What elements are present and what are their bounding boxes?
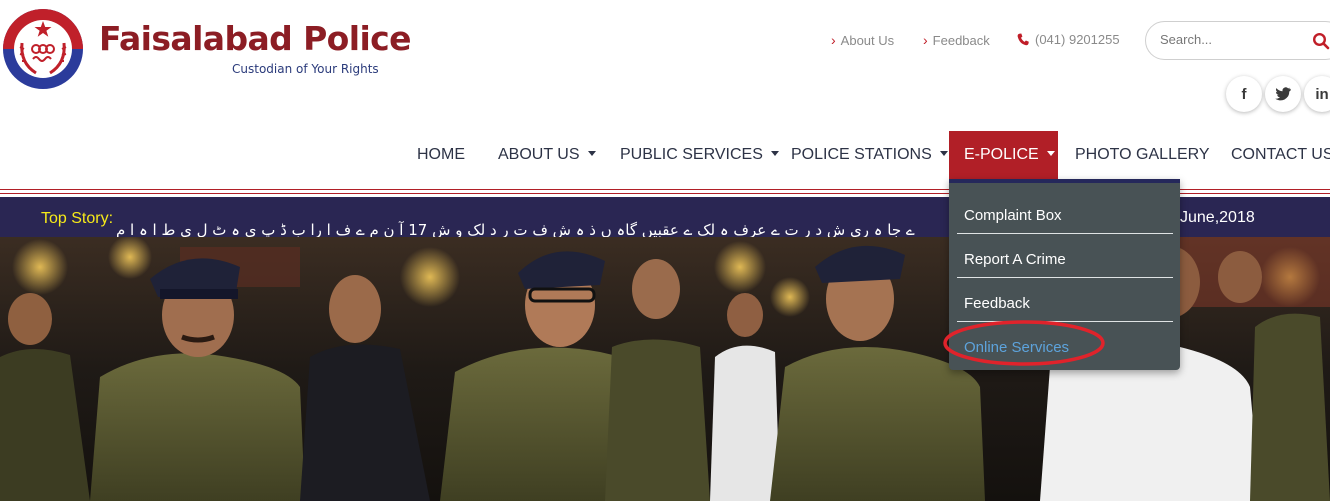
phone-number: (041) 9201255 (1017, 32, 1120, 47)
search-box[interactable] (1145, 21, 1330, 60)
site-tagline: Custodian of Your Rights (232, 62, 379, 76)
top-link-label: About Us (840, 33, 895, 48)
top-link-feedback[interactable]: › Feedback (923, 32, 990, 48)
nav-about-us[interactable]: ABOUT US (498, 146, 596, 164)
menu-item-report-a-crime[interactable]: Report A Crime (964, 251, 1066, 268)
chevron-right-icon: › (831, 32, 836, 48)
phone-icon (1017, 33, 1029, 46)
search-input[interactable] (1160, 32, 1300, 47)
menu-divider (957, 277, 1173, 278)
ticker-label: Top Story: (41, 210, 114, 227)
menu-item-complaint-box[interactable]: Complaint Box (964, 207, 1062, 224)
chevron-right-icon: › (923, 32, 928, 48)
twitter-icon[interactable] (1265, 76, 1301, 112)
ticker-date: June,2018 (1180, 209, 1255, 226)
nav-label: ABOUT US (498, 146, 580, 163)
menu-item-feedback[interactable]: Feedback (964, 295, 1030, 312)
twitter-bird-icon (1275, 87, 1291, 101)
caret-down-icon (587, 151, 596, 156)
nav-label-text: E-POLICE (964, 146, 1039, 163)
nav-home[interactable]: HOME (417, 146, 465, 164)
top-link-about-us[interactable]: › About Us (831, 32, 894, 48)
top-link-label: Feedback (932, 33, 990, 48)
nav-public-services[interactable]: PUBLIC SERVICES (620, 146, 779, 164)
site-title[interactable]: Faisalabad Police (99, 22, 412, 55)
menu-divider (957, 233, 1173, 234)
facebook-icon[interactable]: f (1226, 76, 1262, 112)
caret-down-icon (1046, 151, 1055, 156)
caret-down-icon (770, 151, 779, 156)
search-icon[interactable] (1312, 32, 1330, 50)
nav-contact-us[interactable]: CONTACT US (1231, 146, 1330, 164)
nav-police-stations[interactable]: POLICE STATIONS (791, 146, 948, 164)
caret-down-icon (939, 151, 948, 156)
nav-label: POLICE STATIONS (791, 146, 932, 163)
phone-text: (041) 9201255 (1035, 32, 1120, 47)
nav-e-police[interactable]: E-POLICE (949, 131, 1058, 179)
ticker-headline[interactable]: ے جا ہ ری ش د ر ت ے عرف ہ لک ے عقبیں گاہ… (116, 221, 915, 237)
police-logo[interactable] (2, 7, 84, 91)
nav-label: PUBLIC SERVICES (620, 146, 763, 163)
nav-label: E-POLICE (964, 146, 1055, 164)
highlight-annotation (943, 320, 1105, 366)
linkedin-icon[interactable]: in (1304, 76, 1330, 112)
nav-photo-gallery[interactable]: PHOTO GALLERY (1075, 146, 1210, 164)
